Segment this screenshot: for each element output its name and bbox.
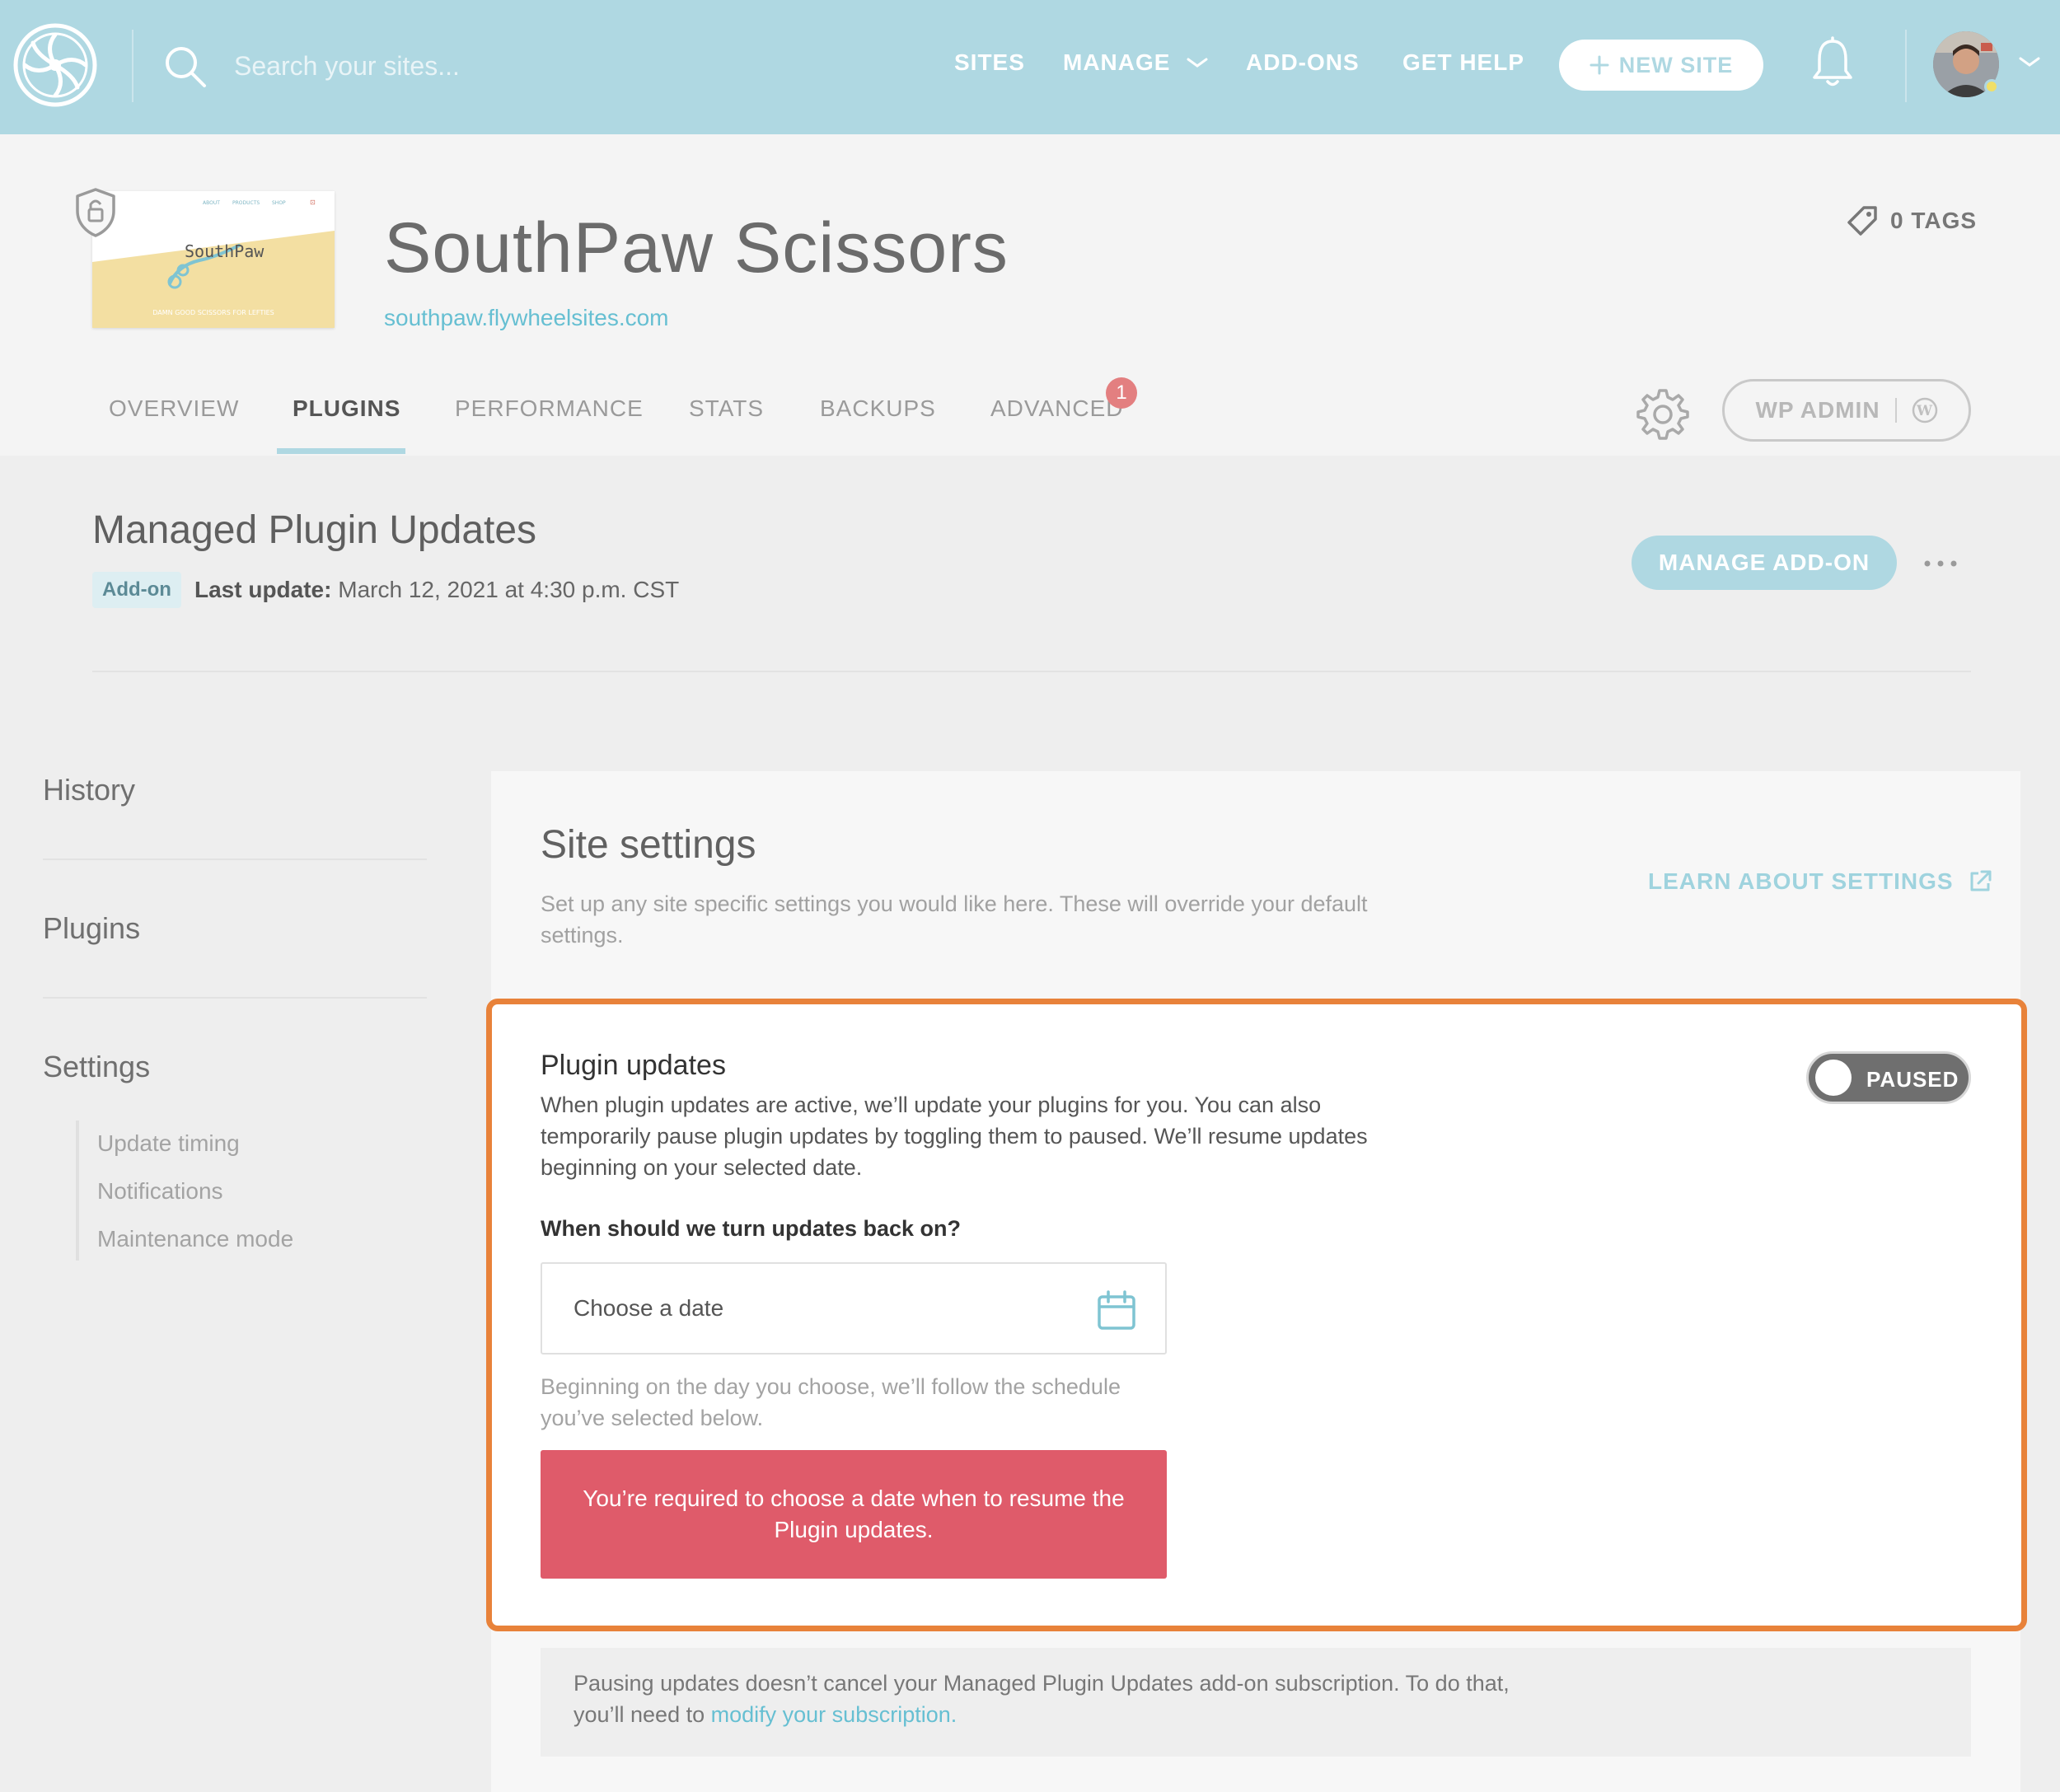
learn-about-settings-label: LEARN ABOUT SETTINGS (1648, 868, 1954, 894)
site-title: SouthPaw Scissors (384, 208, 1009, 288)
nav-divider (1905, 30, 1907, 102)
last-update: Last update: March 12, 2021 at 4:30 p.m.… (194, 577, 679, 603)
wp-admin-label: WP ADMIN (1755, 397, 1880, 423)
submenu-guide (76, 1121, 79, 1261)
last-update-value: March 12, 2021 at 4:30 p.m. CST (338, 577, 680, 602)
active-tab-indicator (277, 448, 405, 454)
nav-divider (132, 30, 133, 102)
error-text: You’re required to choose a date when to… (583, 1486, 1125, 1542)
plugin-updates-title: Plugin updates (541, 1050, 726, 1081)
top-nav: SITES MANAGE ADD-ONS GET HELP NEW SITE (0, 0, 2060, 134)
nav-link-sites[interactable]: SITES (954, 49, 1025, 76)
new-site-label: NEW SITE (1618, 52, 1734, 77)
new-site-button[interactable]: NEW SITE (1559, 40, 1763, 91)
wordpress-icon: W (1912, 397, 1937, 423)
addon-tag: Add-on (92, 572, 181, 608)
date-placeholder: Choose a date (574, 1295, 724, 1321)
tab-advanced[interactable]: ADVANCED (990, 395, 1124, 422)
plus-icon (1589, 55, 1609, 75)
wp-admin-button[interactable]: WP ADMIN W (1722, 379, 1971, 442)
tab-stats[interactable]: STATS (689, 395, 764, 422)
divider (43, 997, 427, 999)
sidebar-subitem-update-timing[interactable]: Update timing (97, 1130, 240, 1157)
sidebar-item-history[interactable]: History (43, 773, 135, 807)
error-message: You’re required to choose a date when to… (541, 1450, 1167, 1579)
nav-link-add-ons[interactable]: ADD-ONS (1246, 49, 1360, 76)
addon-title: Managed Plugin Updates (92, 508, 537, 552)
chevron-down-icon (1187, 58, 1208, 68)
nav-link-manage[interactable]: MANAGE (1063, 49, 1209, 76)
svg-text:⊡: ⊡ (310, 199, 316, 206)
date-hint: Beginning on the day you choose, we’ll f… (541, 1374, 1121, 1430)
svg-text:W: W (1916, 403, 1933, 419)
modify-subscription-link[interactable]: modify your subscription. (711, 1702, 957, 1727)
toggle-label: PAUSED (1866, 1067, 1959, 1092)
last-update-label: Last update: (194, 577, 332, 602)
shield-lock-icon (76, 188, 115, 237)
settings-title: Site settings (541, 823, 756, 867)
bell-icon[interactable] (1810, 36, 1856, 89)
status-indicator (1984, 79, 1999, 94)
thumb-tagline: DAMN GOOD SCISSORS FOR LEFTIES (152, 309, 274, 316)
thumb-nav-shop: SHOP (272, 200, 286, 206)
sidebar-item-plugins[interactable]: Plugins (43, 911, 140, 946)
thumb-nav-about: ABOUT (203, 200, 220, 206)
divider (1894, 398, 1897, 423)
sidebar-subitem-maintenance-mode[interactable]: Maintenance mode (97, 1226, 293, 1252)
search-icon[interactable] (163, 44, 208, 89)
tab-backups[interactable]: BACKUPS (820, 395, 936, 422)
thumb-nav-products: PRODUCTS (232, 200, 260, 206)
subscription-note: Pausing updates doesn’t cancel your Mana… (541, 1648, 1971, 1757)
manage-add-on-button[interactable]: MANAGE ADD-ON (1632, 536, 1897, 590)
nav-link-get-help[interactable]: GET HELP (1402, 49, 1524, 76)
tab-performance[interactable]: PERFORMANCE (455, 395, 644, 422)
tag-icon (1847, 206, 1877, 236)
calendar-icon[interactable] (1096, 1289, 1137, 1331)
site-thumbnail[interactable]: ABOUT PRODUCTS SHOP ⊡ SouthPaw DAMN GOOD… (92, 191, 335, 328)
learn-about-settings-link[interactable]: LEARN ABOUT SETTINGS (1648, 868, 1993, 895)
settings-description: Set up any site specific settings you wo… (541, 891, 1368, 947)
nav-link-manage-label: MANAGE (1063, 49, 1171, 75)
site-url-link[interactable]: southpaw.flywheelsites.com (384, 305, 669, 331)
plugin-updates-toggle[interactable]: PAUSED (1806, 1051, 1971, 1104)
sidebar-item-settings[interactable]: Settings (43, 1050, 150, 1084)
thumb-brand: SouthPaw (185, 241, 265, 261)
tab-plugins[interactable]: PLUGINS (293, 395, 400, 422)
chevron-down-icon[interactable] (2017, 53, 2042, 71)
divider (43, 859, 427, 860)
tags-button[interactable]: 0 TAGS (1846, 204, 1977, 237)
divider (92, 671, 1971, 672)
site-thumbnail-image: ABOUT PRODUCTS SHOP ⊡ SouthPaw DAMN GOOD… (92, 191, 335, 328)
toggle-knob (1815, 1060, 1852, 1096)
subscription-note-text: Pausing updates doesn’t cancel your Mana… (574, 1668, 1562, 1730)
more-dots-icon[interactable] (1920, 554, 1961, 573)
external-link-icon (1970, 870, 1992, 891)
plugin-updates-description: When plugin updates are active, we’ll up… (541, 1093, 1368, 1180)
sidebar-subitem-notifications[interactable]: Notifications (97, 1178, 223, 1205)
gear-icon[interactable] (1636, 387, 1689, 440)
notification-badge: 1 (1106, 377, 1137, 409)
tags-label: 0 TAGS (1890, 208, 1978, 233)
flywheel-logo-icon[interactable] (12, 21, 99, 109)
resume-date-field[interactable]: Choose a date (541, 1262, 1167, 1355)
tab-overview[interactable]: OVERVIEW (109, 395, 239, 422)
resume-date-question: When should we turn updates back on? (541, 1216, 962, 1241)
search-input[interactable] (234, 40, 646, 92)
